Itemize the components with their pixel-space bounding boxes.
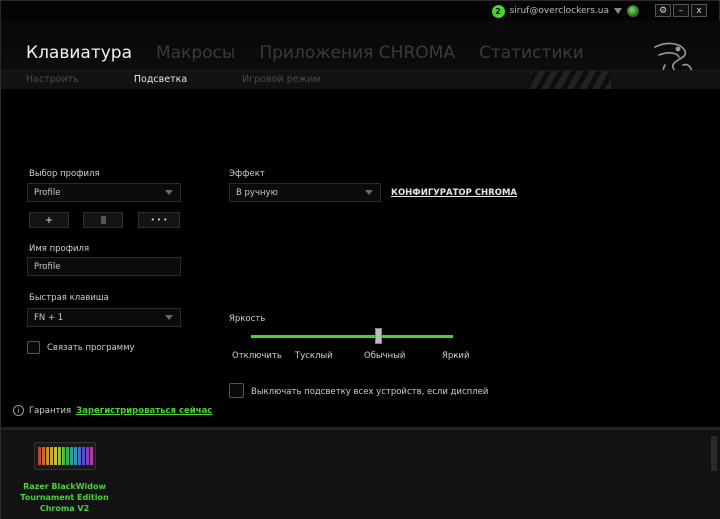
device-name[interactable]: Razer BlackWidow Tournament Edition Chro…	[17, 481, 112, 514]
warranty-row: i Гарантия Зарегистрироваться сейчас	[13, 405, 212, 416]
delete-profile-button[interactable]	[83, 212, 123, 228]
display-off-label: Выключать подсветку всех устройств, если…	[251, 387, 489, 397]
account-dropdown-icon[interactable]	[614, 8, 622, 14]
tab-stats[interactable]: Статистики	[479, 43, 584, 63]
profile-options-button[interactable]: • • •	[138, 212, 180, 228]
tab-keyboard[interactable]: Клавиатура	[26, 43, 132, 63]
brightness-stop-normal: Обычный	[364, 351, 406, 361]
chevron-down-icon	[165, 315, 173, 320]
decorative-stripes	[531, 71, 611, 90]
device-name-line: Razer BlackWidow	[23, 482, 106, 491]
subtab-lighting[interactable]: Подсветка	[134, 74, 187, 85]
minimize-button[interactable]: –	[673, 4, 689, 17]
subtab-gaming-mode[interactable]: Игровой режим	[242, 74, 320, 85]
effect-dropdown-value: В ручную	[236, 187, 278, 198]
account-email[interactable]: siruf@overclockers.ua	[510, 6, 609, 16]
brightness-stop-dim: Тусклый	[295, 351, 333, 361]
trash-icon	[100, 216, 106, 224]
header: Клавиатура Макросы Приложения CHROMA Ста…	[1, 21, 720, 90]
window-controls: ⚙ – x	[655, 4, 707, 17]
profile-name-value: Profile	[34, 261, 61, 272]
sub-tab-bar: Настроить Подсветка Игровой режим	[1, 70, 720, 90]
link-program-label: Связать программу	[47, 343, 135, 353]
main-tabs: Клавиатура Макросы Приложения CHROMA Ста…	[26, 43, 608, 63]
info-icon: i	[13, 405, 24, 416]
lighting-panel: Выбор профиля Profile + • • • Имя профил…	[1, 89, 720, 427]
profile-dropdown[interactable]: Profile	[27, 183, 181, 202]
device-bar: Razer BlackWidow Tournament Edition Chro…	[1, 427, 720, 519]
profile-name-label: Имя профиля	[29, 244, 90, 254]
effect-label: Эффект	[229, 169, 265, 179]
notification-badge[interactable]: 2	[491, 4, 505, 18]
link-program-checkbox[interactable]	[27, 341, 40, 354]
keyboard-device-image[interactable]	[34, 442, 96, 470]
keyboard-keys	[38, 447, 93, 465]
profile-name-input[interactable]: Profile	[27, 257, 181, 276]
title-bar: 2 siruf@overclockers.ua ⚙ – x	[1, 1, 720, 21]
profile-select-label: Выбор профиля	[29, 169, 100, 179]
brightness-stop-off: Отключить	[232, 351, 282, 361]
subtab-customize[interactable]: Настроить	[26, 74, 79, 85]
close-button[interactable]: x	[691, 4, 707, 17]
account-area: 2 siruf@overclockers.ua	[491, 4, 639, 18]
tab-chroma-apps[interactable]: Приложения CHROMA	[259, 43, 455, 63]
chevron-down-icon	[165, 190, 173, 195]
effect-dropdown[interactable]: В ручную	[229, 183, 381, 202]
hotkey-dropdown[interactable]: FN + 1	[27, 308, 181, 327]
display-off-checkbox[interactable]	[229, 383, 244, 398]
chevron-down-icon	[365, 190, 373, 195]
brightness-slider-thumb[interactable]	[375, 328, 383, 344]
sub-tabs: Настроить Подсветка Игровой режим	[26, 74, 376, 85]
device-scrollbar[interactable]	[711, 436, 717, 471]
brightness-slider-track[interactable]	[251, 335, 453, 338]
device-name-line: Chroma V2	[39, 504, 90, 513]
razer-synapse-window: 2 siruf@overclockers.ua ⚙ – x Клавиатура…	[0, 0, 720, 519]
hotkey-dropdown-value: FN + 1	[34, 312, 64, 323]
tab-macros[interactable]: Макросы	[156, 43, 235, 63]
device-name-line: Tournament Edition	[20, 493, 109, 502]
register-link[interactable]: Зарегистрироваться сейчас	[76, 406, 212, 416]
warranty-label: Гарантия	[29, 405, 72, 416]
chroma-configurator-link[interactable]: КОНФИГУРАТОР CHROMA	[391, 188, 517, 198]
brightness-label: Яркость	[229, 314, 266, 324]
hotkey-label: Быстрая клавиша	[29, 293, 109, 303]
online-status-icon[interactable]	[627, 5, 639, 17]
profile-dropdown-value: Profile	[34, 187, 61, 198]
add-profile-button[interactable]: +	[29, 212, 69, 228]
settings-button[interactable]: ⚙	[655, 4, 671, 17]
brightness-stop-bright: Яркий	[442, 351, 470, 361]
